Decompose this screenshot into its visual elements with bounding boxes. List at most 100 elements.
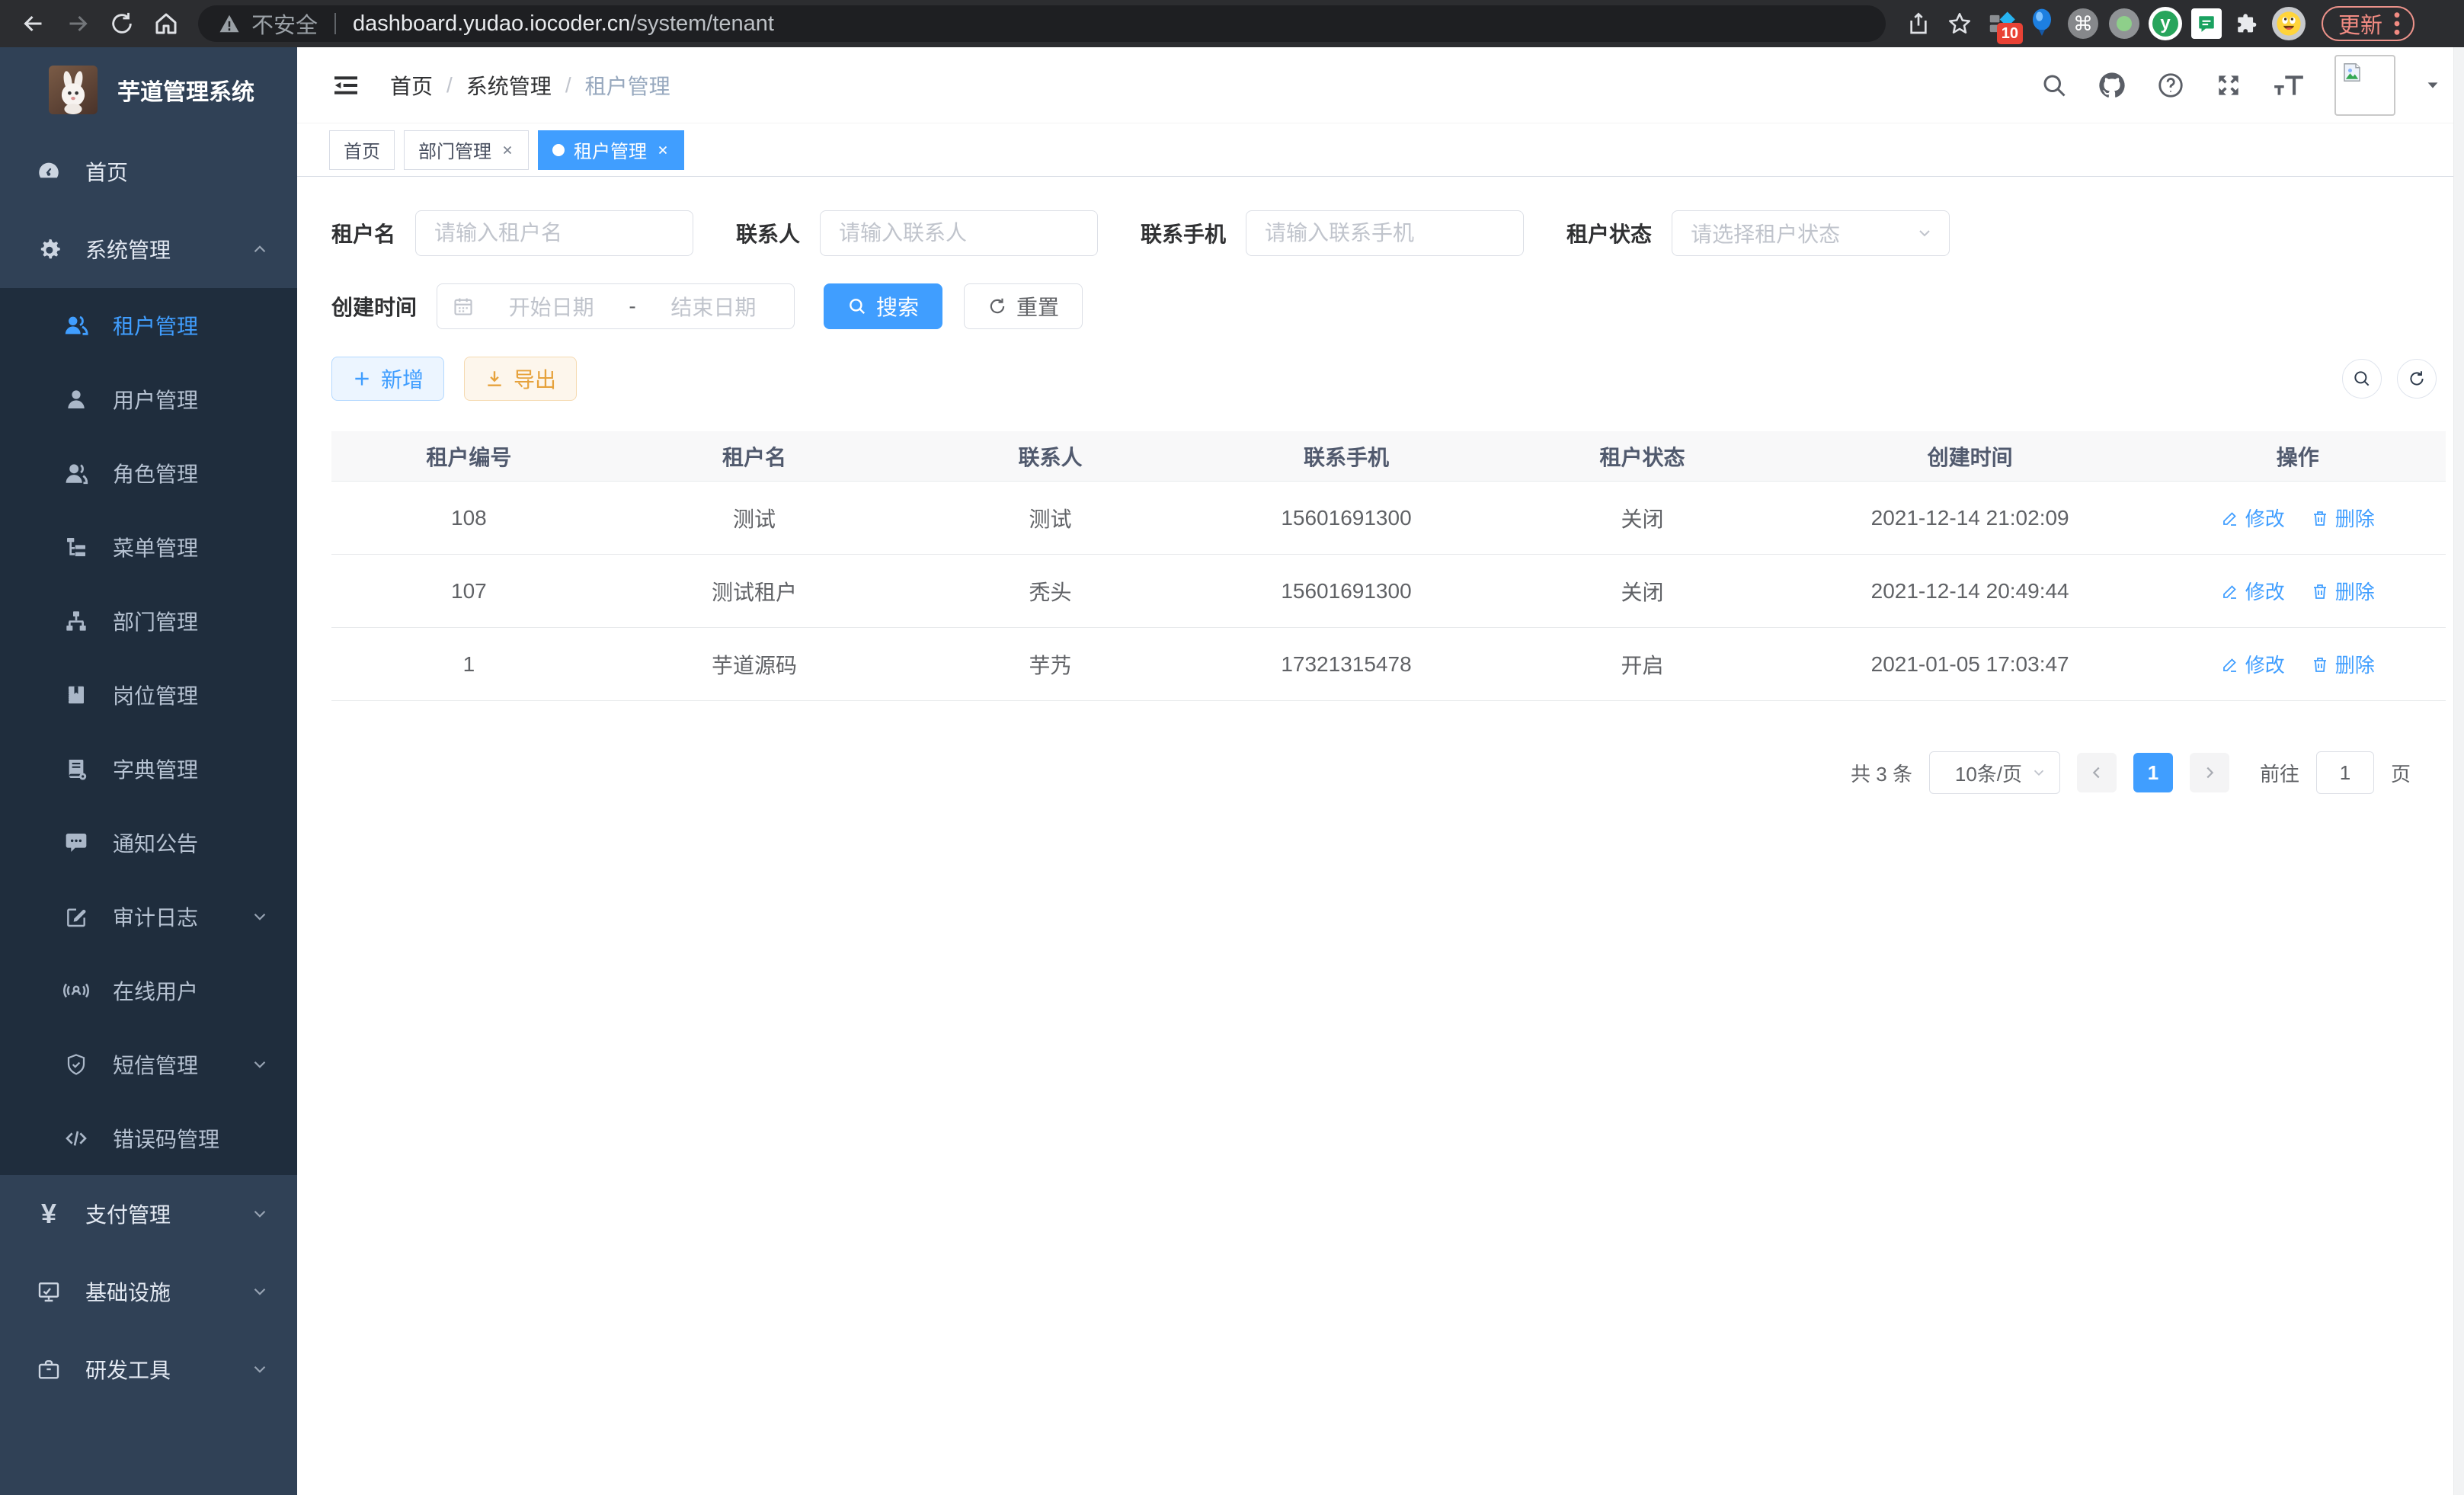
cell-tenant-name: 测试租户	[606, 576, 903, 607]
extension-profile[interactable]	[2271, 6, 2306, 41]
github-link[interactable]	[2097, 70, 2127, 101]
user-avatar[interactable]	[2334, 55, 2395, 116]
total-count: 共 3 条	[1851, 759, 1912, 787]
cell-mobile: 15601691300	[1198, 506, 1495, 530]
mobile-input[interactable]	[1246, 210, 1524, 256]
sidebar-item-sms[interactable]: 短信管理	[0, 1027, 297, 1101]
close-icon[interactable]	[656, 143, 670, 157]
sidebar-item-dept[interactable]: 部门管理	[0, 584, 297, 658]
tab-home[interactable]: 首页	[329, 130, 395, 170]
sidebar-item-role[interactable]: 角色管理	[0, 436, 297, 510]
page-size-select[interactable]: 10条/页	[1929, 751, 2060, 794]
breadcrumb-home[interactable]: 首页	[390, 70, 433, 101]
refresh-table-button[interactable]	[2397, 359, 2437, 399]
pagination: 共 3 条 10条/页 1 前往 页	[331, 751, 2446, 794]
sidebar-item-pay[interactable]: ¥ 支付管理	[0, 1175, 297, 1253]
sidebar-item-label: 错误码管理	[113, 1123, 219, 1154]
logo-image	[49, 66, 98, 114]
browser-back-button[interactable]	[14, 4, 53, 43]
contact-input[interactable]	[820, 210, 1098, 256]
search-icon	[2040, 72, 2068, 99]
sidebar-collapse-button[interactable]	[328, 67, 364, 104]
cell-contact: 秃头	[902, 576, 1198, 607]
cell-contact: 测试	[902, 503, 1198, 533]
close-icon[interactable]	[501, 143, 514, 157]
tenant-name-input[interactable]	[415, 210, 693, 256]
status-select[interactable]: 请选择租户状态	[1672, 210, 1950, 256]
reset-button[interactable]: 重置	[964, 283, 1083, 329]
text-size-icon	[2272, 71, 2306, 100]
export-button[interactable]: 导出	[464, 357, 577, 401]
user-menu-caret[interactable]	[2424, 77, 2441, 94]
share-icon	[1906, 11, 1931, 36]
share-button[interactable]	[1901, 6, 1936, 41]
date-range-separator: -	[629, 294, 635, 319]
search-button[interactable]: 搜索	[824, 283, 942, 329]
extension-balloon[interactable]	[2024, 6, 2059, 41]
chevron-down-icon	[250, 907, 270, 927]
puzzle-icon	[2235, 11, 2261, 37]
cell-tenant-id: 108	[331, 506, 606, 530]
next-page-button[interactable]	[2190, 753, 2229, 792]
extension-command[interactable]: ⌘	[2066, 6, 2101, 41]
bookmark-button[interactable]	[1942, 6, 1977, 41]
chevron-up-icon	[250, 239, 270, 259]
goto-page-input[interactable]	[2316, 751, 2374, 794]
extension-recorder[interactable]	[2107, 6, 2142, 41]
page-number-1[interactable]: 1	[2133, 753, 2173, 792]
sidebar-item-system[interactable]: 系统管理	[0, 210, 297, 288]
sidebar-item-tenant[interactable]: 租户管理	[0, 288, 297, 362]
fullscreen-button[interactable]	[2214, 71, 2243, 100]
page-scrollbar[interactable]	[2453, 47, 2464, 1495]
sidebar-item-label: 部门管理	[113, 606, 198, 636]
sidebar-item-home[interactable]: 首页	[0, 133, 297, 210]
toggle-search-button[interactable]	[2342, 359, 2382, 399]
extensions-menu[interactable]	[2230, 6, 2265, 41]
delete-link[interactable]: 删除	[2311, 504, 2375, 532]
breadcrumb: 首页 / 系统管理 / 租户管理	[390, 70, 670, 101]
sidebar-item-devtools[interactable]: 研发工具	[0, 1330, 297, 1408]
user-icon	[59, 387, 93, 411]
sidebar-item-online-users[interactable]: 在线用户	[0, 953, 297, 1027]
sidebar-item-notice[interactable]: 通知公告	[0, 805, 297, 879]
extension-yudao[interactable]: y	[2148, 6, 2183, 41]
edit-link[interactable]: 修改	[2221, 504, 2285, 532]
yudao-ext-icon: y	[2149, 7, 2182, 40]
download-icon	[485, 369, 504, 389]
breadcrumb-system[interactable]: 系统管理	[466, 70, 552, 101]
browser-home-button[interactable]	[146, 4, 186, 43]
sidebar-item-dict[interactable]: 字典管理	[0, 731, 297, 805]
prev-page-button[interactable]	[2077, 753, 2117, 792]
sidebar-item-user[interactable]: 用户管理	[0, 362, 297, 436]
extension-tabs-badge[interactable]: 10	[1983, 6, 2018, 41]
status-placeholder: 请选择租户状态	[1691, 218, 1915, 248]
add-button[interactable]: 新增	[331, 357, 444, 401]
browser-reload-button[interactable]	[102, 4, 142, 43]
delete-link[interactable]: 删除	[2311, 577, 2375, 605]
sidebar-item-infra[interactable]: 基础设施	[0, 1253, 297, 1330]
header-search-button[interactable]	[2040, 72, 2068, 99]
edit-link[interactable]: 修改	[2221, 577, 2285, 605]
delete-link[interactable]: 删除	[2311, 650, 2375, 678]
extension-chat[interactable]	[2189, 6, 2224, 41]
browser-update-button[interactable]: 更新	[2322, 6, 2414, 41]
menu-tree-icon	[59, 535, 93, 559]
browser-forward-button[interactable]	[58, 4, 98, 43]
address-bar[interactable]: 不安全 dashboard.yudao.iocoder.cn/system/te…	[198, 5, 1886, 42]
date-range-picker[interactable]: 开始日期 - 结束日期	[437, 283, 795, 329]
role-icon	[59, 460, 93, 486]
app-logo[interactable]: 芋道管理系统	[0, 47, 297, 133]
tab-dept[interactable]: 部门管理	[404, 130, 529, 170]
delete-label: 删除	[2335, 504, 2375, 532]
refresh-icon	[2407, 369, 2427, 389]
font-size-button[interactable]	[2272, 71, 2306, 100]
delete-label: 删除	[2335, 650, 2375, 678]
cell-tenant-name: 测试	[606, 503, 903, 533]
sidebar-item-errcode[interactable]: 错误码管理	[0, 1101, 297, 1175]
docs-help-button[interactable]	[2156, 71, 2185, 100]
edit-link[interactable]: 修改	[2221, 650, 2285, 678]
sidebar-item-menu[interactable]: 菜单管理	[0, 510, 297, 584]
tab-tenant[interactable]: 租户管理	[538, 130, 684, 170]
sidebar-item-audit-log[interactable]: 审计日志	[0, 879, 297, 953]
sidebar-item-post[interactable]: 岗位管理	[0, 658, 297, 731]
